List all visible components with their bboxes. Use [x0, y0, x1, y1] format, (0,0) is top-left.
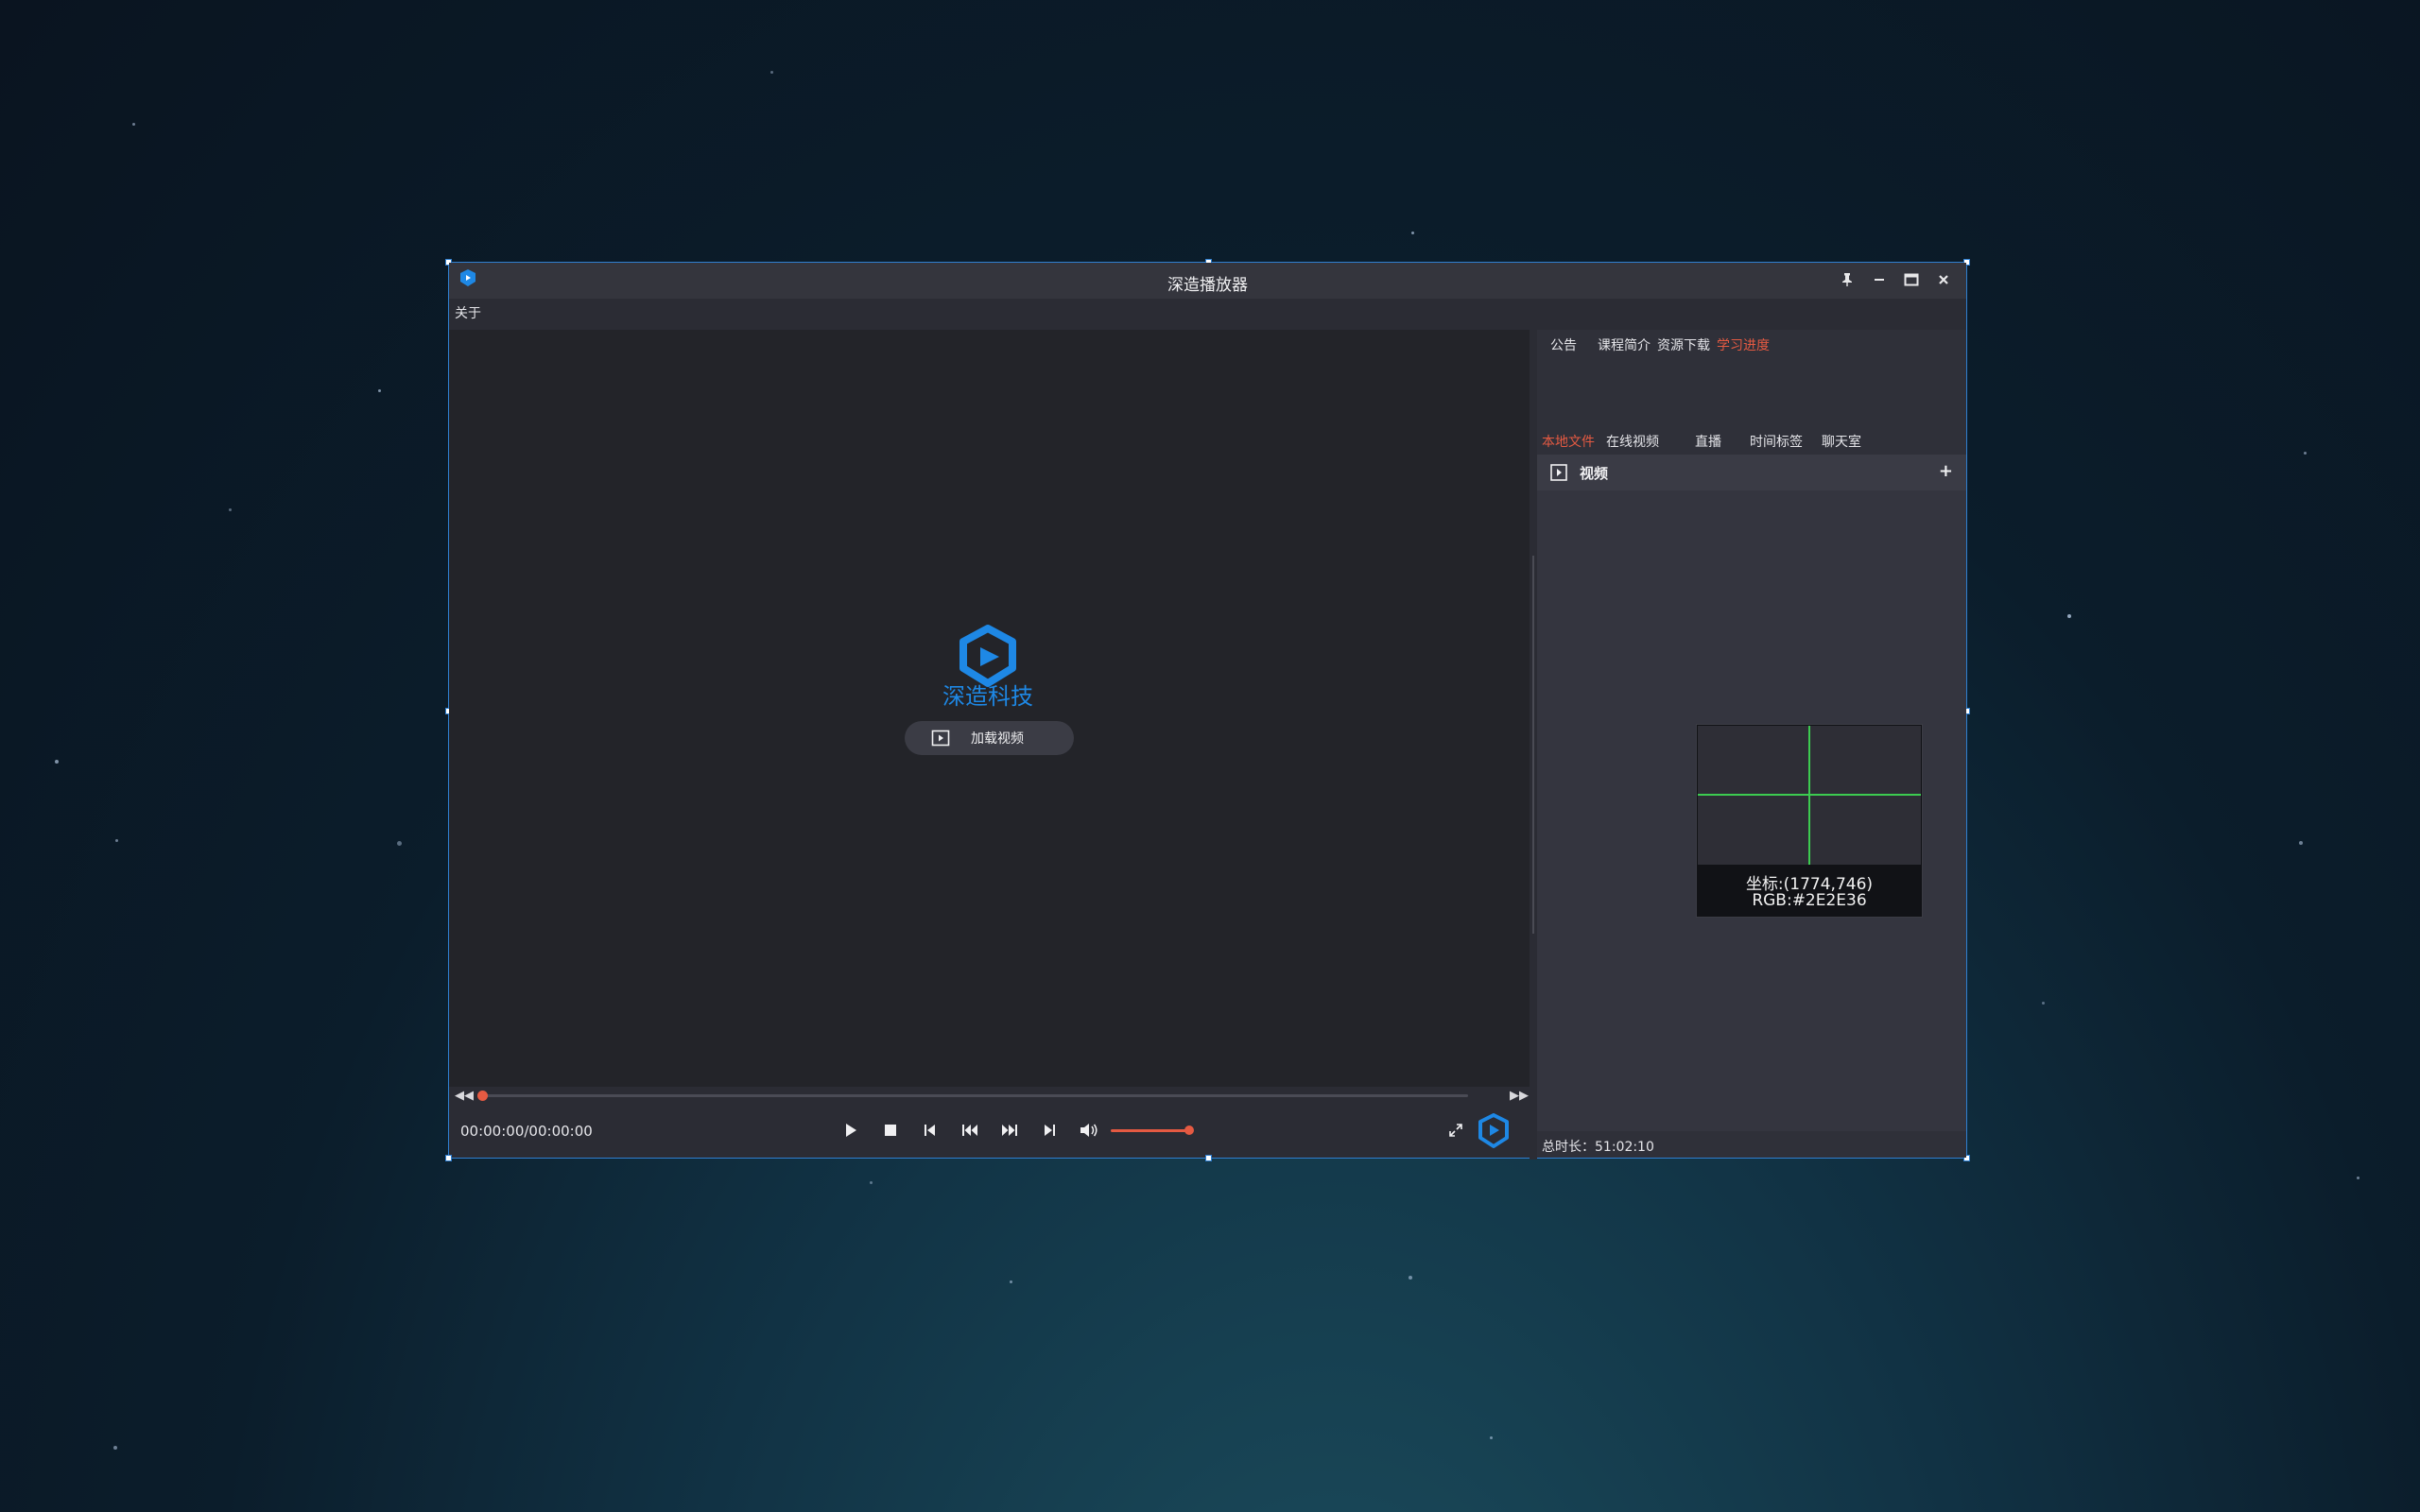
title-bar[interactable]: 深造播放器: [449, 263, 1966, 299]
progress-row: ◀◀ ▶▶: [449, 1088, 1530, 1103]
splitter-handle[interactable]: [1532, 556, 1534, 934]
tab-learning-progress[interactable]: 学习进度: [1717, 335, 1770, 354]
time-display: 00:00:00/00:00:00: [460, 1123, 593, 1140]
magnifier-view: [1698, 726, 1921, 865]
volume-icon[interactable]: [1079, 1120, 1099, 1141]
tab-live[interactable]: 直播: [1695, 432, 1721, 451]
rewind-icon[interactable]: [959, 1120, 980, 1141]
video-folder-icon: [931, 730, 950, 747]
next-icon[interactable]: [1039, 1120, 1060, 1141]
menu-item-about[interactable]: 关于: [455, 303, 481, 322]
control-bar: 00:00:00/00:00:00: [449, 1103, 1530, 1158]
brand-logo: 深造科技: [942, 625, 1033, 710]
forward-small-icon[interactable]: ▶▶: [1510, 1089, 1529, 1103]
tab-online-video[interactable]: 在线视频: [1606, 432, 1659, 451]
fast-forward-icon[interactable]: [999, 1120, 1020, 1141]
pin-icon[interactable]: [1838, 270, 1857, 289]
menu-bar: 关于: [449, 299, 1966, 325]
player-window: 深造播放器 关于 深造科技 加载视频 ◀◀ ▶▶ 00:00:00/00:00:…: [445, 259, 1970, 1161]
minimize-icon[interactable]: [1870, 270, 1889, 289]
volume-knob[interactable]: [1184, 1125, 1194, 1135]
video-folder-icon: [1550, 464, 1567, 481]
side-footer: 总时长：51:02:10: [1537, 1131, 1966, 1158]
tab-resource-download[interactable]: 资源下载: [1657, 335, 1710, 354]
tab-announcement[interactable]: 公告: [1550, 335, 1577, 354]
load-video-label: 加载视频: [971, 731, 1024, 747]
progress-track[interactable]: [479, 1094, 1468, 1097]
brand-badge-icon: [1478, 1113, 1509, 1148]
video-section-header: 视频 +: [1537, 455, 1966, 490]
window-title: 深造播放器: [1167, 276, 1248, 295]
tab-time-tags[interactable]: 时间标签: [1750, 432, 1803, 451]
load-video-button[interactable]: 加载视频: [905, 721, 1074, 755]
maximize-icon[interactable]: [1902, 270, 1921, 289]
tab-course-intro[interactable]: 课程简介: [1598, 335, 1651, 354]
top-tab-bar: 公告 课程简介 资源下载 学习进度: [1537, 330, 1966, 405]
brand-logo-text: 深造科技: [942, 683, 1033, 710]
section-title: 视频: [1580, 465, 1609, 482]
tab-chat-room[interactable]: 聊天室: [1822, 432, 1861, 451]
close-icon[interactable]: [1934, 270, 1953, 289]
picker-rgb: RGB:#2E2E36: [1752, 891, 1867, 910]
progress-knob[interactable]: [477, 1091, 488, 1101]
rewind-small-icon[interactable]: ◀◀: [455, 1089, 474, 1103]
add-icon[interactable]: +: [1939, 461, 1953, 481]
play-icon[interactable]: [840, 1120, 861, 1141]
crosshair-vertical: [1808, 726, 1810, 865]
previous-icon[interactable]: [920, 1120, 941, 1141]
fullscreen-icon[interactable]: [1445, 1120, 1466, 1141]
stop-icon[interactable]: [880, 1120, 901, 1141]
video-area[interactable]: 深造科技 加载视频: [449, 330, 1530, 1087]
total-duration: 总时长：51:02:10: [1542, 1140, 1654, 1155]
sub-tab-bar: 本地文件 在线视频 直播 时间标签 聊天室: [1537, 405, 1966, 455]
color-picker-tooltip: 坐标:(1774,746) RGB:#2E2E36: [1696, 724, 1923, 918]
volume-slider[interactable]: [1111, 1129, 1188, 1132]
tab-local-files[interactable]: 本地文件: [1542, 432, 1595, 451]
